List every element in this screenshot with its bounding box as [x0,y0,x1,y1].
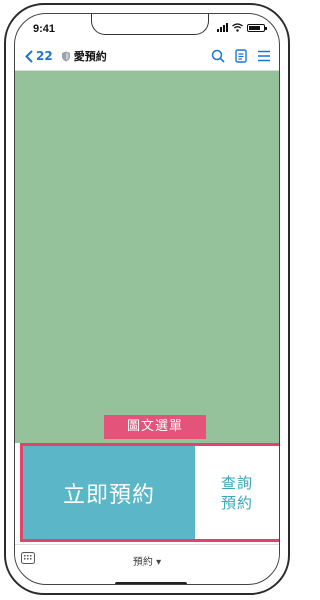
phone-frame: 9:41 22 愛預約 圖文選單 立即預約 查詢 預約 預約 ▾ [4,3,290,595]
check-booking-button[interactable]: 查詢 預約 [195,446,279,539]
status-time: 9:41 [33,23,56,35]
check-booking-label-line1: 查詢 [220,473,253,492]
rich-menu: 立即預約 查詢 預約 [20,443,279,542]
back-button[interactable]: 22 [25,49,53,63]
chat-header: 22 愛預約 [15,42,279,71]
search-icon[interactable] [211,49,225,63]
menu-icon[interactable] [257,50,271,62]
book-now-label: 立即預約 [62,482,155,508]
signal-icon [217,23,228,32]
header-actions [211,49,271,63]
shield-icon [61,51,71,62]
home-indicator [115,582,187,584]
status-bar: 9:41 [15,14,279,40]
bottom-bar: 預約 ▾ [15,544,279,573]
rich-menu-badge: 圖文選單 [104,415,206,439]
check-booking-label-line2: 預約 [220,493,253,512]
notes-icon[interactable] [235,49,247,63]
status-icons [217,23,267,32]
chevron-left-icon [25,49,33,63]
wifi-icon [232,23,243,32]
chat-content-area [15,71,279,443]
book-now-button[interactable]: 立即預約 [23,446,195,539]
battery-icon [247,24,267,32]
notch [91,14,209,35]
rich-menu-toggle[interactable]: 預約 ▾ [15,553,279,568]
phone-screen: 9:41 22 愛預約 圖文選單 立即預約 查詢 預約 預約 ▾ [14,13,280,585]
chat-title: 愛預約 [73,50,107,63]
back-count: 22 [36,49,53,63]
